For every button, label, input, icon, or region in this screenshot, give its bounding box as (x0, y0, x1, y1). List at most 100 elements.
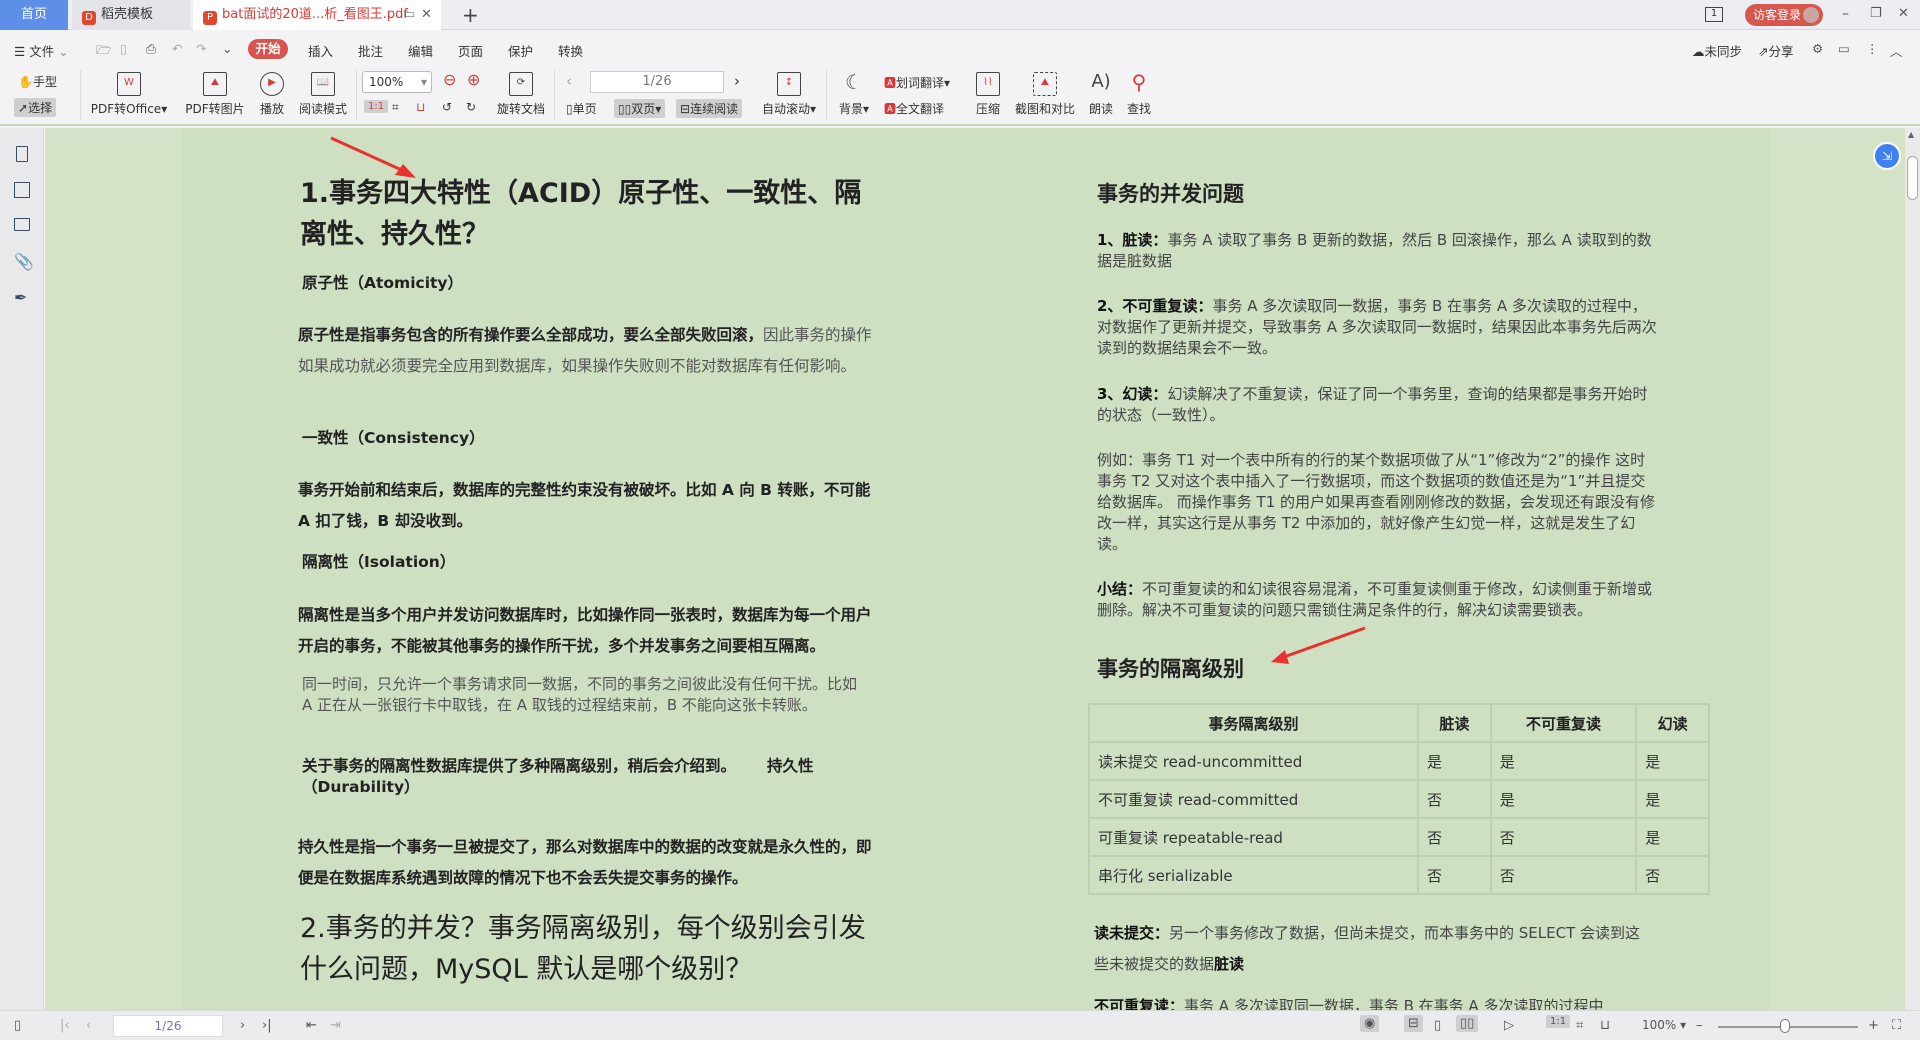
actual-size-status-icon[interactable]: 1:1 (1546, 1015, 1571, 1028)
page-number-input[interactable]: 1/26 (590, 71, 724, 93)
minimize-button[interactable]: – (1842, 6, 1849, 22)
last-page-icon[interactable]: ›| (262, 1018, 272, 1033)
next-page-icon[interactable]: › (240, 1018, 245, 1033)
zoom-in-icon[interactable]: ⊕ (467, 70, 480, 89)
compress-button[interactable]: ⌇⌇ 压缩 (968, 72, 1008, 117)
double-mode-icon[interactable]: ▯▯ (1456, 1015, 1479, 1032)
label: 双页 (631, 102, 656, 116)
single-page-button[interactable]: ▯单页 (566, 100, 597, 117)
read-mode-button[interactable]: 📖 阅读模式 (296, 72, 350, 117)
first-page-icon[interactable]: |‹ (60, 1018, 70, 1033)
avatar-icon (1803, 7, 1819, 23)
next-page-icon[interactable]: › (734, 72, 740, 90)
actual-size-icon[interactable]: 1:1 (364, 100, 389, 113)
share-button[interactable]: ⇗分享 (1758, 41, 1794, 60)
zoom-select[interactable]: 100% ▾ (362, 71, 432, 93)
fit-page-status-icon[interactable]: ⌗ (1576, 1018, 1583, 1033)
print-icon[interactable]: ⎙ (146, 41, 156, 57)
rotate-right-icon[interactable]: ↻ (466, 100, 476, 114)
hand-tool-button[interactable]: ✋手型 (18, 73, 57, 90)
screenshot-compare-button[interactable]: ⛰ 截图和对比 (1012, 72, 1078, 117)
rotate-document-button[interactable]: ⟳ 旋转文档 (494, 72, 548, 117)
play-button[interactable]: ▶ 播放 (256, 72, 288, 117)
vertical-scrollbar[interactable]: ▲ (1905, 128, 1920, 1010)
login-button[interactable]: 访客登录 (1745, 4, 1823, 26)
toggle-sidebar-icon[interactable]: ▯ (14, 1018, 21, 1033)
search-icon: ⚲ (1131, 70, 1147, 94)
auto-scroll-button[interactable]: ↕ 自动滚动▾ (760, 72, 818, 117)
thumbnail-icon[interactable] (14, 182, 30, 198)
zoom-level-select[interactable]: 100% ▾ (1642, 1018, 1686, 1032)
menu-tab-insert[interactable]: 插入 (308, 41, 333, 60)
menu-tab-start[interactable]: 开始 (248, 39, 288, 59)
fit-page-icon[interactable]: ⌗ (392, 100, 399, 115)
document-viewport[interactable]: 1.事务四大特性（ACID）原子性、一致性、隔离性、持久性？ 原子性（Atomi… (45, 128, 1905, 1010)
double-page-icon: ▯▯ (618, 102, 632, 116)
collapse-ribbon-icon[interactable]: ︿ (1890, 41, 1903, 60)
menu-tab-page[interactable]: 页面 (458, 41, 483, 60)
restore-button[interactable]: ❐ (1870, 6, 1882, 21)
monitor-icon[interactable]: ▭ (403, 0, 415, 30)
file-menu[interactable]: ☰ 文件 ⌄ (14, 41, 69, 60)
tab-label: 稻壳模板 (101, 7, 154, 22)
tab-home[interactable]: 首页 (0, 0, 68, 30)
continuous-mode-icon[interactable]: ⊟ (1404, 1015, 1423, 1032)
page-count-icon[interactable]: 1 (1705, 7, 1723, 22)
pdf-to-image-button[interactable]: ⛰ PDF转图片 (182, 72, 248, 117)
menu-tab-convert[interactable]: 转换 (558, 41, 583, 60)
rotate-left-icon[interactable]: ↺ (442, 100, 452, 114)
back-icon[interactable]: ⇤ (306, 1018, 317, 1033)
close-tab-icon[interactable]: ✕ (421, 0, 432, 30)
menu-tab-protect[interactable]: 保护 (508, 41, 533, 60)
undo-icon[interactable]: ↶ (172, 41, 182, 56)
close-window-button[interactable]: ✕ (1898, 6, 1909, 21)
zoom-slider-handle[interactable] (1780, 1019, 1790, 1033)
signature-icon[interactable]: ✒ (14, 288, 27, 307)
settings-icon[interactable]: ⚙ (1812, 41, 1823, 56)
prev-page-icon[interactable]: ‹ (86, 1018, 91, 1033)
convert-float-button[interactable]: ⇲ (1873, 142, 1901, 170)
fullscreen-icon[interactable]: ⛶ (1892, 1018, 1901, 1033)
status-page-input[interactable]: 1/26 (113, 1015, 223, 1037)
pdf-to-image-icon: ⛰ (203, 72, 227, 96)
fit-width-icon[interactable]: ⊔ (416, 100, 425, 114)
scrollbar-thumb[interactable] (1907, 156, 1918, 200)
word-translate-button[interactable]: 🅰划词翻译▾ (884, 74, 950, 91)
sync-button[interactable]: ☁未同步 (1692, 41, 1742, 60)
comment-icon[interactable] (14, 218, 30, 231)
double-page-button[interactable]: ▯▯双页▾ (614, 99, 666, 118)
ribbon-toolbar: ✋手型 ➚选择 W PDF转Office ▾ ⛰ PDF转图片 ▶ 播放 📖 阅读模式 1… (0, 64, 1920, 126)
continuous-read-button[interactable]: ⊟连续阅读 (676, 99, 743, 118)
forward-icon[interactable]: ⇥ (330, 1018, 341, 1033)
new-tab-button[interactable]: + (452, 0, 479, 30)
quick-access-dropdown-icon[interactable]: ⌄ (222, 41, 232, 56)
zoom-out-button[interactable]: – (1696, 1018, 1703, 1033)
scroll-up-icon[interactable]: ▲ (1908, 130, 1914, 139)
single-mode-icon[interactable]: ▯ (1434, 1018, 1441, 1033)
fit-width-status-icon[interactable]: ⊔ (1600, 1018, 1610, 1033)
save-icon[interactable]: ▯ (120, 41, 127, 56)
select-tool-button[interactable]: ➚选择 (14, 98, 57, 117)
menu-tab-edit[interactable]: 编辑 (408, 41, 433, 60)
menu-tab-annotate[interactable]: 批注 (358, 41, 383, 60)
background-button[interactable]: ☾ 背景▾ (834, 72, 874, 117)
moon-icon: ☾ (845, 70, 863, 94)
eye-protection-icon[interactable]: ◉ (1360, 1015, 1380, 1032)
full-translate-button[interactable]: 🅰全文翻译 (884, 100, 944, 117)
read-aloud-button[interactable]: A) 朗读 (1084, 72, 1118, 117)
feedback-icon[interactable]: ▭ (1838, 41, 1850, 56)
previous-page-icon[interactable]: ‹ (566, 72, 572, 90)
more-icon[interactable]: ⋮ (1866, 41, 1879, 56)
pdf-to-office-button[interactable]: W PDF转Office▾ (88, 72, 170, 117)
find-button[interactable]: ⚲ 查找 (1122, 72, 1156, 117)
redo-icon[interactable]: ↷ (196, 41, 206, 56)
tab-pdf-document[interactable]: Pbat面试的20道...析_看图王.pdf ▭ ✕ (193, 0, 441, 30)
open-icon[interactable]: 🗁 (96, 41, 112, 62)
play-status-icon[interactable]: ▷ (1504, 1018, 1514, 1033)
pdf-to-office-icon: W (117, 72, 141, 96)
zoom-out-icon[interactable]: ⊖ (443, 70, 456, 89)
zoom-in-button[interactable]: + (1868, 1018, 1879, 1033)
bookmark-icon[interactable] (16, 146, 28, 162)
attachment-icon[interactable]: 📎 (14, 252, 34, 271)
tab-docer-templates[interactable]: D 稻壳模板 (72, 0, 190, 30)
